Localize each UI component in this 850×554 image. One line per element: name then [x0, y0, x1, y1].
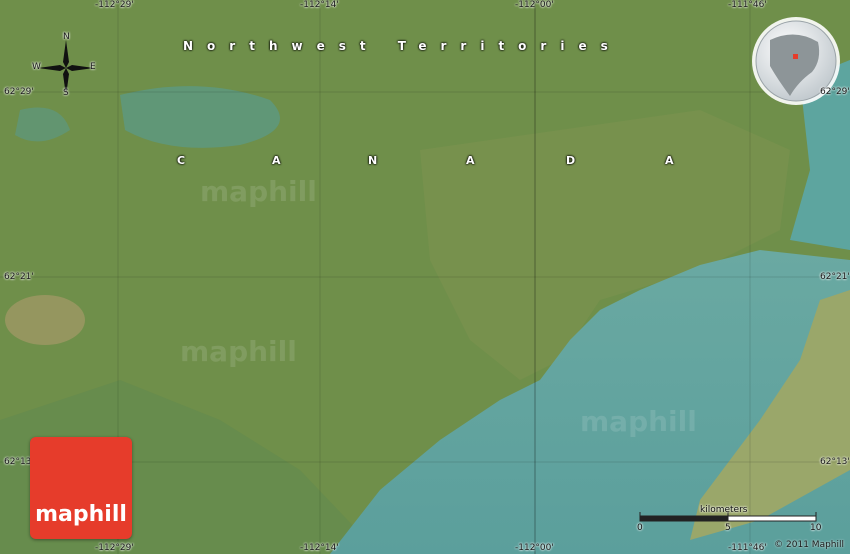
- compass-north-label: N: [63, 32, 70, 42]
- coordinate-label: 62°29': [820, 87, 850, 97]
- country-label-letter: A: [665, 154, 674, 167]
- coordinate-label: 62°29': [4, 87, 34, 97]
- country-label-letter: A: [272, 154, 281, 167]
- coordinate-label: -111°46': [728, 0, 767, 10]
- country-label-letter: N: [368, 154, 378, 167]
- coordinate-label: -112°14': [300, 0, 339, 10]
- map-view[interactable]: maphill maphill maphill -112°29' -112°14…: [0, 0, 850, 554]
- hill-patch: [5, 295, 85, 345]
- coordinate-label: -111°46': [728, 543, 767, 553]
- copyright-text: © 2011 Maphill: [774, 540, 844, 550]
- watermark: maphill: [180, 335, 297, 368]
- country-label-letter: C: [177, 154, 186, 167]
- compass-west-label: W: [32, 62, 41, 72]
- coordinate-label: -112°00': [515, 0, 554, 10]
- coordinate-label: 62°13': [820, 457, 850, 467]
- coordinate-label: -112°14': [300, 543, 339, 553]
- logo-text: maphill: [35, 502, 127, 527]
- coordinate-label: -112°00': [515, 543, 554, 553]
- watermark: maphill: [580, 405, 697, 438]
- coordinate-label: -112°29': [95, 543, 134, 553]
- scale-unit-label: kilometers: [700, 505, 748, 515]
- region-label: Northwest Territories: [183, 39, 622, 53]
- watermark: maphill: [200, 175, 317, 208]
- scale-tick-label: 10: [810, 523, 822, 533]
- coordinate-label: 62°21': [820, 272, 850, 282]
- coordinate-label: 62°21': [4, 272, 34, 282]
- compass-east-label: E: [90, 62, 96, 72]
- scale-tick-label: 5: [725, 523, 731, 533]
- coordinate-label: -112°29': [95, 0, 134, 10]
- country-label-letter: D: [566, 154, 576, 167]
- country-label-letter: A: [466, 154, 475, 167]
- compass-south-label: S: [63, 88, 69, 98]
- maphill-logo[interactable]: maphill: [30, 437, 132, 539]
- scale-tick-label: 0: [637, 523, 643, 533]
